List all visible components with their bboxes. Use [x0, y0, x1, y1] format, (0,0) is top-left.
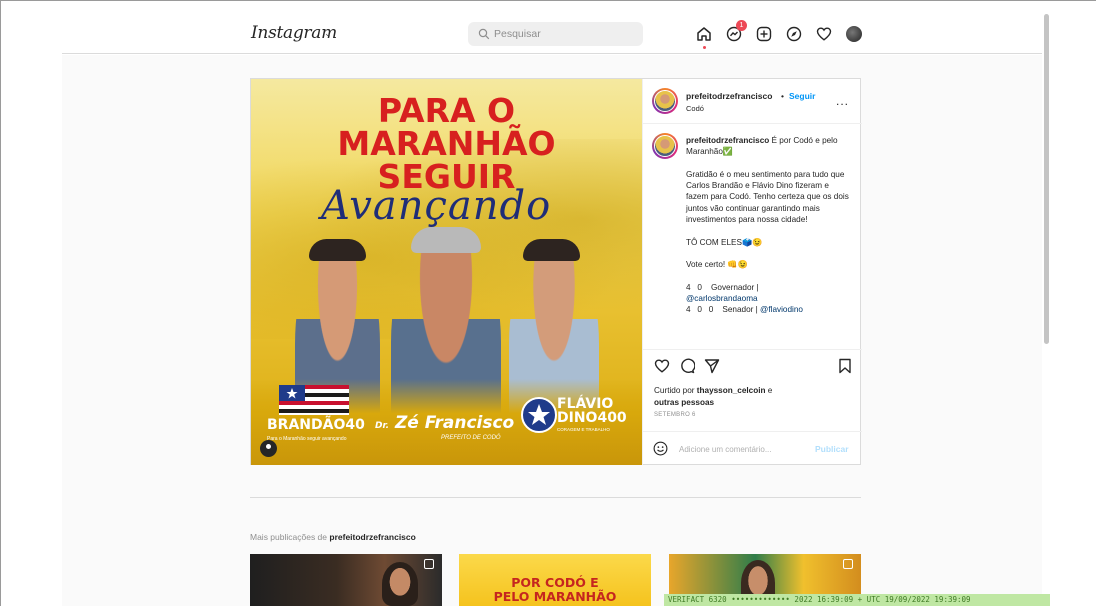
liked-by-and: e [767, 386, 773, 395]
caption-username[interactable]: prefeitodrzefrancisco [686, 136, 769, 145]
brandao-logo-text: BRANDÃO40 [267, 417, 365, 433]
post-header: prefeitodrzefrancisco • Seguir Codó ... [643, 79, 862, 124]
ze-prefix: Dr. [375, 421, 390, 431]
post-image[interactable]: PARA O MARANHÃO SEGUIR Avançando BRANDÃO… [251, 79, 642, 465]
tagged-users-icon[interactable] [260, 440, 277, 457]
reel-icon [424, 559, 434, 569]
flavio-slogan: CORAGEM E TRABALHO [557, 427, 610, 432]
ze-role: PREFEITO DE CODÓ [441, 435, 501, 441]
flavio-logo-text: FLÁVIO DINO400 [557, 397, 627, 425]
separator-dot: • [781, 91, 784, 101]
star-icon [521, 397, 557, 433]
person-photo [382, 562, 418, 606]
home-icon[interactable] [694, 24, 714, 49]
flavio-line-2: DINO400 [557, 410, 627, 426]
new-post-icon[interactable] [754, 24, 774, 44]
more-posts-heading: Mais publicações de prefeitodrzefrancisc… [250, 532, 416, 542]
hair [411, 227, 481, 253]
comment-input[interactable] [679, 442, 799, 456]
liked-by-user[interactable]: thaysson_celcoin [697, 386, 766, 395]
author-username[interactable]: prefeitodrzefrancisco [686, 91, 772, 101]
thumbnail-text-line-2: PELO MARANHÃO [493, 589, 617, 604]
section-divider [250, 497, 861, 498]
emoji-icon[interactable] [653, 441, 668, 456]
notification-badge: 1 [736, 20, 747, 31]
reel-icon [843, 559, 853, 569]
ze-name: Zé Francisco [394, 413, 515, 433]
hair [523, 239, 580, 261]
post-caption: prefeitodrzefrancisco É por Codó e pelo … [686, 135, 851, 316]
mention-link[interactable]: @flaviodino [760, 305, 803, 314]
avatar [654, 135, 676, 157]
author-avatar[interactable] [652, 88, 678, 114]
search-box[interactable] [468, 22, 643, 46]
avatar [846, 26, 862, 42]
chevron-down-icon[interactable]: ⌄ [324, 28, 332, 39]
brandao-slogan: Para o Maranhão seguir avançando [267, 436, 347, 442]
headline-script: Avançando [321, 183, 552, 229]
caption-area: prefeitodrzefrancisco É por Codó e pelo … [643, 125, 862, 349]
caption-paragraph-1: Gratidão é o meu sentimento para tudo qu… [686, 169, 849, 225]
caption-gov-line: 4 0 Governador | [686, 282, 759, 292]
share-icon[interactable] [704, 358, 720, 374]
thumbnail-text-line-1: POR CODÓ E [511, 575, 599, 590]
comment-form: Publicar [643, 431, 862, 465]
more-posts-username[interactable]: prefeitodrzefrancisco [329, 532, 415, 542]
post-actions: Curtido por thaysson_celcoin e outras pe… [643, 349, 862, 429]
post-card: PARA O MARANHÃO SEGUIR Avançando BRANDÃO… [250, 78, 862, 465]
liked-by-prefix: Curtido por [654, 386, 695, 395]
follow-button[interactable]: Seguir [789, 91, 815, 101]
more-options-icon[interactable]: ... [836, 94, 849, 108]
caption-paragraph-2: TÔ COM ELES🗳️😉 [686, 237, 763, 247]
ze-francisco-name: Dr. Zé Francisco [375, 413, 514, 433]
activity-heart-icon[interactable] [814, 24, 834, 44]
active-indicator [703, 46, 706, 49]
top-navigation-bar: Instagram ⌄ 1 [62, 14, 1042, 54]
liked-by-others[interactable]: outras pessoas [654, 398, 714, 407]
like-heart-icon[interactable] [654, 358, 670, 374]
search-input[interactable] [494, 26, 634, 42]
star-shape [528, 404, 550, 425]
scrollbar[interactable] [1044, 14, 1049, 344]
comment-icon[interactable] [679, 358, 695, 374]
post-sidebar: prefeitodrzefrancisco • Seguir Codó ... … [642, 79, 862, 465]
search-icon [478, 28, 490, 40]
more-post-thumbnail-1[interactable] [250, 554, 442, 606]
caption-paragraph-3: Vote certo! 👊😉 [686, 260, 748, 270]
hair [309, 239, 366, 261]
likes-summary[interactable]: Curtido por thaysson_celcoin e outras pe… [654, 385, 854, 409]
more-posts-label: Mais publicações de [250, 532, 328, 542]
mention-link[interactable]: @carlosbrandaoma [686, 293, 851, 304]
verifact-watermark: VERIFACT 6320 ••••••••••••• 2022 16:39:0… [664, 594, 1050, 606]
maranhao-flag-icon [279, 385, 349, 415]
more-post-thumbnail-2[interactable]: POR CODÓ E PELO MARANHÃO [459, 554, 651, 606]
explore-icon[interactable] [784, 24, 804, 44]
post-date[interactable]: SETEMBRO 6 [654, 412, 696, 418]
save-bookmark-icon[interactable] [837, 358, 853, 374]
avatar [654, 90, 676, 112]
caption-sen-line: 4 0 0 Senador | [686, 305, 758, 315]
post-location[interactable]: Codó [686, 104, 704, 113]
caption-author-avatar[interactable] [652, 133, 678, 159]
profile-avatar[interactable] [844, 24, 864, 44]
publish-button[interactable]: Publicar [815, 444, 849, 454]
